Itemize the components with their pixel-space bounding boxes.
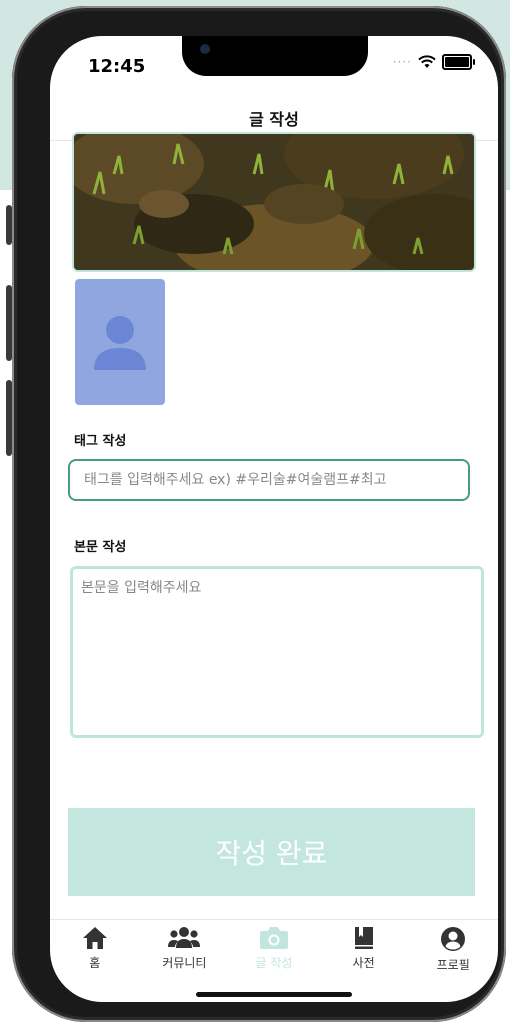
book-icon bbox=[354, 927, 373, 949]
phone-frame: 12:45 ···· 글 작성 태그 작성 태그를 입력해주세요 ex) #우리… bbox=[12, 6, 506, 1022]
tab-write[interactable]: 글 작성 bbox=[234, 926, 314, 989]
tag-input[interactable] bbox=[68, 459, 470, 501]
tab-label-community: 커뮤니티 bbox=[162, 956, 207, 970]
signal-icon: ···· bbox=[392, 55, 412, 69]
image-placeholder-thumbnail[interactable] bbox=[75, 279, 165, 405]
wifi-icon bbox=[418, 55, 436, 68]
home-indicator[interactable] bbox=[196, 992, 352, 997]
tab-profile[interactable]: 프로필 bbox=[413, 926, 493, 989]
home-icon bbox=[82, 927, 107, 949]
photo-image bbox=[74, 134, 474, 270]
tab-community[interactable]: 커뮤니티 bbox=[144, 926, 224, 989]
tab-label-dictionary: 사전 bbox=[352, 956, 375, 970]
body-textarea[interactable] bbox=[70, 566, 484, 738]
camera-lens-icon bbox=[200, 44, 210, 54]
tab-label-profile: 프로필 bbox=[436, 958, 470, 972]
phone-screen: 12:45 ···· 글 작성 태그 작성 태그를 입력해주세요 ex) #우리… bbox=[50, 36, 498, 1002]
users-icon bbox=[168, 927, 201, 948]
tab-dictionary[interactable]: 사전 bbox=[324, 926, 404, 989]
page-title: 글 작성 bbox=[249, 110, 299, 129]
tag-label: 태그 작성 bbox=[74, 434, 127, 449]
body-label: 본문 작성 bbox=[74, 540, 127, 555]
battery-icon bbox=[442, 54, 475, 70]
submit-button[interactable]: 작성 완료 bbox=[68, 808, 475, 896]
tab-label-home: 홈 bbox=[89, 956, 101, 970]
person-icon bbox=[94, 316, 146, 370]
tab-home[interactable]: 홈 bbox=[55, 926, 135, 989]
camera-icon bbox=[259, 927, 288, 949]
tab-label-write: 글 작성 bbox=[255, 956, 293, 970]
notch bbox=[182, 36, 368, 76]
status-indicators: ···· bbox=[392, 54, 475, 70]
status-time: 12:45 bbox=[88, 56, 146, 77]
uploaded-photo[interactable] bbox=[72, 132, 476, 272]
profile-icon bbox=[441, 927, 466, 951]
bottom-tab-bar: 홈 커뮤니티 글 작성 사전 프로필 bbox=[50, 919, 498, 989]
